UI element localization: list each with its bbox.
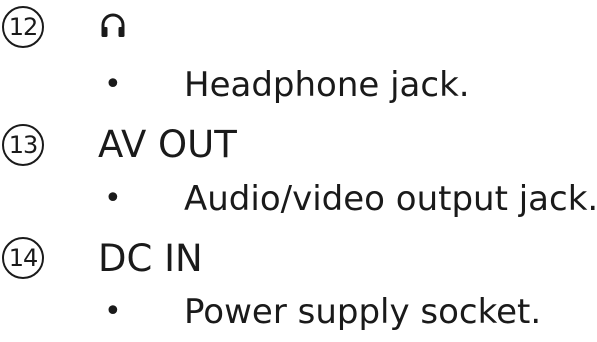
item-number-badge: 14: [2, 237, 44, 279]
item-description: Headphone jack.: [184, 65, 470, 105]
bullet: •: [104, 181, 122, 216]
item-number: 14: [8, 244, 39, 272]
item-description: Audio/video output jack.: [184, 179, 597, 219]
item-number-badge: 12: [2, 6, 44, 48]
item-heading: DC IN: [98, 237, 203, 280]
item-number: 12: [8, 13, 39, 41]
headphone-icon: [101, 13, 125, 37]
bullet: •: [104, 294, 122, 329]
item-heading: AV OUT: [98, 123, 237, 166]
item-number: 13: [8, 131, 39, 159]
bullet: •: [104, 67, 122, 102]
item-number-badge: 13: [2, 124, 44, 166]
item-description: Power supply socket.: [184, 292, 542, 332]
